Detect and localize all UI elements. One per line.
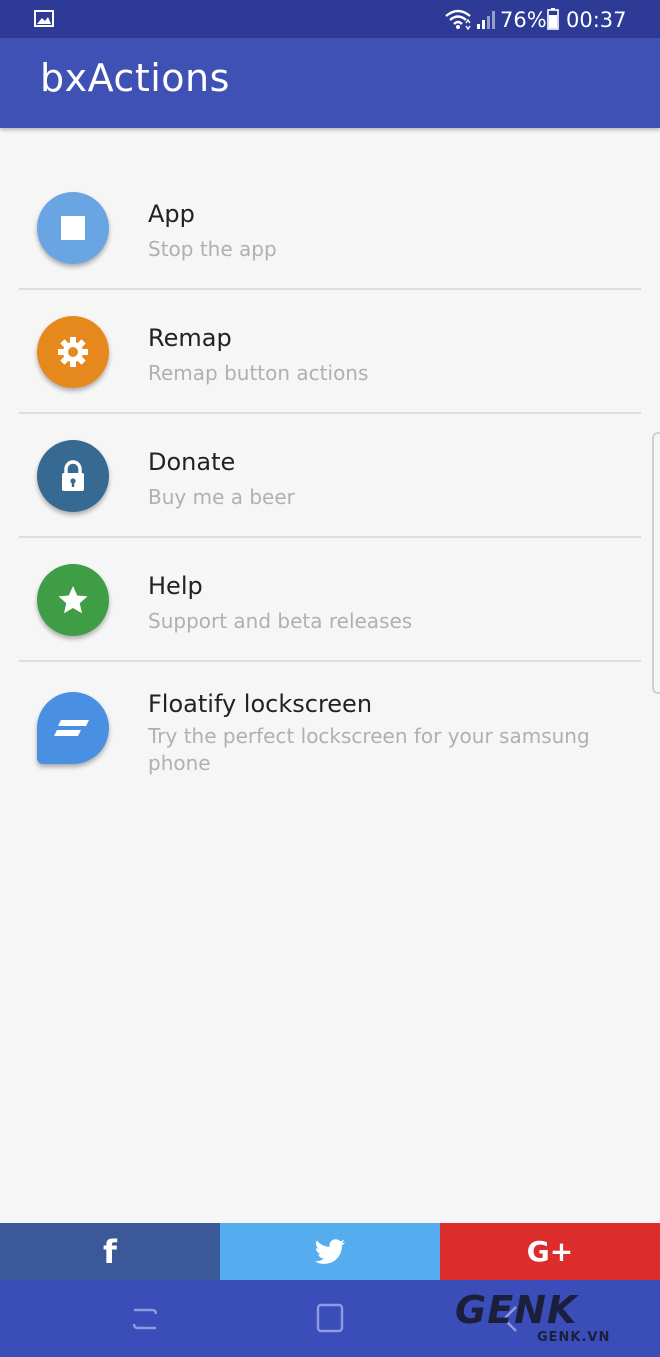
- watermark-site: GENK.VN: [537, 1330, 611, 1345]
- lock-icon: [37, 440, 109, 512]
- menu-item-title: Donate: [148, 448, 236, 476]
- stop-icon: [37, 192, 109, 264]
- floatify-chat-icon: [37, 692, 109, 764]
- status-bar: 76% 00:37: [0, 0, 660, 38]
- menu-item-donate[interactable]: Donate Buy me a beer: [0, 414, 660, 538]
- menu-item-subtitle: Remap button actions: [148, 361, 369, 385]
- menu-item-remap[interactable]: Remap Remap button actions: [0, 290, 660, 414]
- twitter-bird-icon: [314, 1238, 345, 1264]
- app-bar: bxActions: [0, 38, 660, 128]
- facebook-icon: f: [103, 1232, 117, 1271]
- star-icon: [37, 564, 109, 636]
- menu-item-title: App: [148, 200, 195, 228]
- menu-item-subtitle: Stop the app: [148, 237, 277, 261]
- navigation-bar: GENK GENK.VN: [0, 1280, 660, 1357]
- battery-icon: [547, 8, 559, 30]
- facebook-share-button[interactable]: f: [0, 1223, 220, 1280]
- menu-item-subtitle: Support and beta releases: [148, 609, 413, 633]
- watermark: GENK GENK.VN: [455, 1288, 645, 1350]
- clock: 00:37: [566, 8, 627, 32]
- signal-icon: [477, 11, 495, 29]
- google-plus-share-button[interactable]: G+: [440, 1223, 660, 1280]
- menu-item-title: Remap: [148, 324, 232, 352]
- watermark-logo: GENK: [455, 1288, 578, 1332]
- menu-item-title: Floatify lockscreen: [148, 690, 373, 718]
- edge-panel-handle[interactable]: [652, 432, 660, 694]
- google-plus-icon: G+: [526, 1235, 574, 1268]
- menu-list: App Stop the app Remap Remap button acti…: [0, 166, 660, 792]
- menu-item-subtitle: Buy me a beer: [148, 485, 295, 509]
- recent-apps-icon[interactable]: [130, 1304, 160, 1334]
- gallery-icon: [34, 10, 54, 27]
- wifi-icon: [445, 9, 471, 30]
- home-icon[interactable]: [315, 1302, 345, 1334]
- menu-item-title: Help: [148, 572, 203, 600]
- gear-icon: [37, 316, 109, 388]
- battery-percentage: 76%: [500, 8, 547, 32]
- menu-item-app[interactable]: App Stop the app: [0, 166, 660, 290]
- menu-item-floatify[interactable]: Floatify lockscreen Try the perfect lock…: [0, 662, 660, 792]
- share-bar: f G+: [0, 1223, 660, 1280]
- menu-item-subtitle: Try the perfect lockscreen for your sams…: [148, 724, 590, 775]
- twitter-share-button[interactable]: [220, 1223, 440, 1280]
- menu-item-help[interactable]: Help Support and beta releases: [0, 538, 660, 662]
- app-title: bxActions: [40, 56, 230, 100]
